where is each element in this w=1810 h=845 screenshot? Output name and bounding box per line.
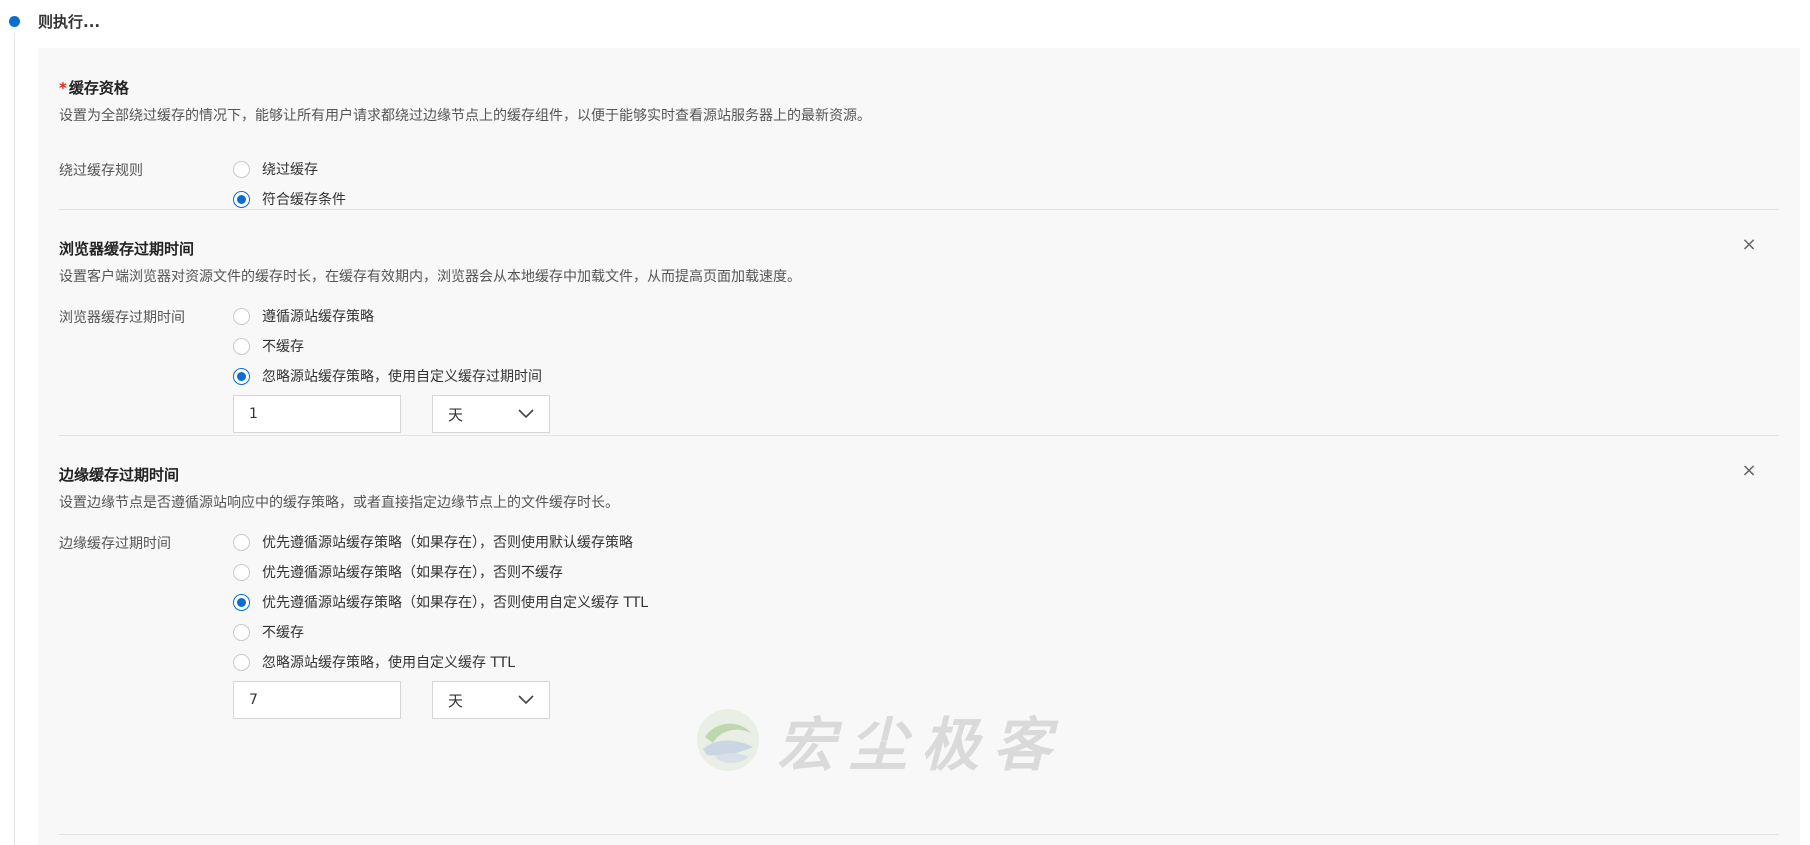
cache-eligibility-title-text: 缓存资格 (68, 79, 129, 97)
radio-label: 优先遵循源站缓存策略（如果存在），否则使用自定义缓存 TTL (262, 595, 649, 611)
edge-ttl-input[interactable] (233, 681, 401, 719)
watermark-text: 宏尘极客 (777, 711, 1066, 779)
radio-circle-checked[interactable] (233, 190, 250, 208)
radio-label: 不缓存 (262, 339, 304, 355)
radio-circle[interactable] (233, 337, 250, 355)
bypass-rule-label: 绕过缓存规则 (59, 163, 143, 179)
section-divider (59, 209, 1779, 210)
radio-label: 优先遵循源站缓存策略（如果存在），否则使用默认缓存策略 (262, 535, 633, 551)
radio-circle-checked[interactable] (233, 593, 250, 611)
browser-cache-description: 设置客户端浏览器对资源文件的缓存时长，在缓存有效期内，浏览器会从本地缓存中加载文… (59, 269, 801, 285)
radio-label: 优先遵循源站缓存策略（如果存在），否则不缓存 (262, 565, 563, 581)
edge-cache-title: 边缘缓存过期时间 (59, 466, 180, 484)
step-title: 则执行... (38, 13, 101, 31)
radio-label: 符合缓存条件 (262, 192, 346, 208)
edge-cache-field-label: 边缘缓存过期时间 (59, 536, 171, 552)
radio-origin-else-default[interactable]: 优先遵循源站缓存策略（如果存在），否则使用默认缓存策略 (233, 531, 633, 553)
radio-label: 绕过缓存 (262, 162, 318, 178)
radio-label: 不缓存 (262, 625, 304, 641)
radio-label: 忽略源站缓存策略，使用自定义缓存 TTL (262, 655, 516, 671)
radio-bypass-cache[interactable]: 绕过缓存 (233, 158, 318, 180)
cache-eligibility-description: 设置为全部绕过缓存的情况下，能够让所有用户请求都绕过边缘节点上的缓存组件，以便于… (59, 108, 871, 124)
cache-eligibility-title: * 缓存资格 (59, 77, 129, 98)
radio-ignore-origin-custom-ttl[interactable]: 忽略源站缓存策略，使用自定义缓存 TTL (233, 651, 515, 673)
radio-origin-else-custom-ttl[interactable]: 优先遵循源站缓存策略（如果存在），否则使用自定义缓存 TTL (233, 591, 648, 613)
edge-cache-description: 设置边缘节点是否遵循源站响应中的缓存策略，或者直接指定边缘节点上的文件缓存时长。 (59, 495, 619, 511)
browser-cache-title: 浏览器缓存过期时间 (59, 240, 195, 258)
radio-custom-ttl[interactable]: 忽略源站缓存策略，使用自定义缓存过期时间 (233, 365, 542, 387)
radio-origin-else-no-cache[interactable]: 优先遵循源站缓存策略（如果存在），否则不缓存 (233, 561, 563, 583)
chevron-down-icon (518, 409, 534, 419)
watermark-logo-icon (697, 709, 759, 771)
timeline-dot (9, 16, 20, 27)
radio-circle[interactable] (233, 623, 250, 641)
browser-cache-field-label: 浏览器缓存过期时间 (59, 310, 185, 326)
radio-circle-checked[interactable] (233, 367, 250, 385)
radio-label: 遵循源站缓存策略 (262, 309, 374, 325)
radio-label: 忽略源站缓存策略，使用自定义缓存过期时间 (262, 369, 542, 385)
radio-edge-no-cache[interactable]: 不缓存 (233, 621, 304, 643)
browser-cache-close-icon[interactable]: × (1740, 236, 1758, 254)
radio-follow-origin[interactable]: 遵循源站缓存策略 (233, 305, 374, 327)
radio-circle[interactable] (233, 533, 250, 551)
watermark: 宏尘极客 (695, 698, 1065, 782)
edge-cache-close-icon[interactable]: × (1740, 462, 1758, 480)
radio-circle[interactable] (233, 307, 250, 325)
required-mark: * (59, 79, 67, 97)
chevron-down-icon (518, 695, 534, 705)
section-divider (59, 834, 1779, 835)
radio-eligible-for-cache[interactable]: 符合缓存条件 (233, 188, 346, 210)
browser-cache-section: 浏览器缓存过期时间 × 设置客户端浏览器对资源文件的缓存时长，在缓存有效期内，浏… (59, 235, 1779, 495)
edge-ttl-unit-select[interactable]: 天 (432, 681, 550, 719)
radio-circle[interactable] (233, 563, 250, 581)
timeline-line (14, 33, 15, 845)
radio-circle[interactable] (233, 653, 250, 671)
radio-no-cache[interactable]: 不缓存 (233, 335, 304, 357)
radio-circle[interactable] (233, 160, 250, 178)
section-divider (59, 435, 1779, 436)
select-value: 天 (448, 405, 464, 424)
browser-ttl-unit-select[interactable]: 天 (432, 395, 550, 433)
browser-ttl-input[interactable] (233, 395, 401, 433)
select-value: 天 (448, 691, 464, 710)
